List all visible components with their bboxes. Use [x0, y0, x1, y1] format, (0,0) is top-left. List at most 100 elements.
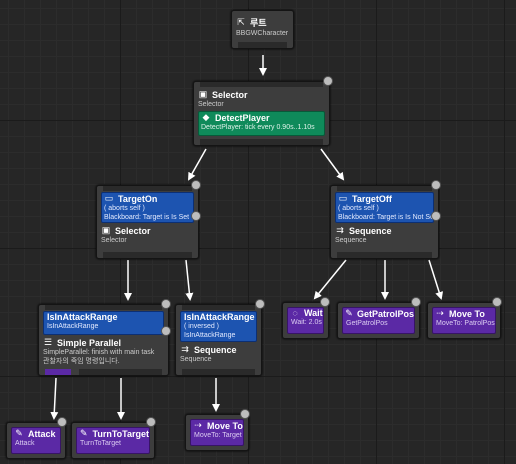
wire-selector-targeton — [188, 148, 207, 181]
in-range-parallel-title: Simple Parallel — [57, 337, 122, 348]
move-to-target-task-node[interactable]: ⇢ Move To MoveTo: Target — [185, 414, 249, 451]
tree-root-icon: ⇱ — [237, 17, 245, 27]
selector-main-subtitle: Selector — [198, 101, 224, 108]
attack-index-dot — [57, 417, 67, 427]
blackboard-icon: ▭ — [104, 193, 114, 203]
attack-task-node[interactable]: ✎ Attack Attack — [6, 422, 66, 459]
in-range-parallel-subtitle2: 관찰자의 죽임 명령입니다. — [43, 358, 120, 365]
target-off-dec-index-dot — [431, 211, 441, 221]
in-range-input-pin[interactable] — [45, 305, 162, 310]
move-to-target-index-dot — [240, 409, 250, 419]
wire-targeton-inrangeinv — [185, 259, 194, 301]
target-off-index-dot — [431, 180, 441, 190]
in-range-index-dot — [161, 299, 171, 309]
target-off-sequence-subtitle: Sequence — [335, 237, 367, 244]
wire-selector-targetoff — [320, 148, 345, 181]
in-range-output-pin[interactable] — [45, 369, 71, 375]
in-range-dec-index-dot — [161, 326, 171, 336]
target-on-selector-subtitle: Selector — [101, 237, 127, 244]
task-icon: ✎ — [15, 428, 23, 438]
move-to-target-subtitle: MoveTo: Target — [194, 432, 242, 439]
get-patrol-pos-title: GetPatrolPos — [356, 308, 414, 319]
move-to-patrol-title: Move To — [449, 308, 485, 319]
target-on-selector-title: Selector — [115, 225, 151, 236]
target-on-aborts: ( aborts self ) — [104, 205, 145, 212]
wait-title: Wait — [304, 308, 323, 318]
wire-inrange-attack — [50, 377, 59, 420]
move-to-icon: ⇢ — [436, 308, 444, 318]
wire-targetoff-wait — [313, 259, 347, 300]
in-range-inv-node[interactable]: IsInAttackRange ( inversed ) IsInAttackR… — [175, 304, 262, 376]
get-patrol-pos-index-dot — [411, 297, 421, 307]
target-off-decorator[interactable]: ▭ TargetOff ( aborts self ) Blackboard: T… — [335, 192, 434, 223]
in-range-inv-sequence-subtitle: Sequence — [180, 356, 212, 363]
sequence-icon: ⇉ — [336, 225, 344, 235]
wait-task-node[interactable]: ◌ Wait Wait: 2.0s — [282, 302, 329, 339]
in-range-parallel-subtitle: SimpleParallel: finish with main task — [43, 349, 155, 356]
move-to-icon: ⇢ — [194, 420, 202, 430]
selector-main-title: Selector — [212, 89, 248, 100]
root-title: 루트 — [250, 18, 267, 28]
target-off-title: TargetOff — [352, 193, 392, 204]
get-patrol-pos-subtitle: GetPatrolPos — [346, 320, 388, 327]
root-node[interactable]: ⇱ 루트 BBGWCharacter — [231, 10, 294, 49]
target-off-node[interactable]: ▭ TargetOff ( aborts self ) Blackboard: T… — [330, 185, 439, 259]
move-to-patrol-subtitle: MoveTo: PatrolPos — [436, 320, 495, 327]
detect-player-subtitle: DetectPlayer: tick every 0.90s..1.10s — [201, 124, 315, 131]
turn-to-target-task-node[interactable]: ✎ TurnToTarget TurnToTarget — [71, 422, 155, 459]
get-patrol-pos-task-node[interactable]: ✎ GetPatrolPos GetPatrolPos — [337, 302, 420, 339]
parallel-icon: ☰ — [43, 337, 53, 347]
root-output-pin[interactable] — [238, 42, 287, 48]
target-off-sequence-title: Sequence — [349, 225, 392, 236]
turn-to-target-subtitle: TurnToTarget — [80, 440, 121, 447]
in-range-inv-inversed: ( inversed ) — [184, 323, 220, 330]
wait-icon: ◌ — [292, 308, 298, 318]
target-on-dec-index-dot — [191, 211, 201, 221]
wait-subtitle: Wait: 2.0s — [291, 319, 322, 326]
in-range-node[interactable]: IsInAttackRange IsInAttackRange ☰ Simple … — [38, 304, 169, 376]
attack-subtitle: Attack — [15, 440, 35, 447]
selector-icon: ▣ — [198, 89, 208, 99]
sequence-icon: ⇉ — [181, 344, 189, 354]
target-on-decorator[interactable]: ▭ TargetOn ( aborts self ) Blackboard: Ta… — [101, 192, 194, 223]
in-range-background-pin[interactable] — [79, 369, 162, 375]
selector-main-input-pin[interactable] — [200, 82, 323, 87]
blackboard-icon: ▭ — [338, 193, 348, 203]
wait-index-dot — [320, 297, 330, 307]
target-off-desc: Blackboard: Target is Is Not Set — [338, 214, 433, 221]
target-on-output-pin[interactable] — [103, 252, 192, 258]
move-to-patrol-task-node[interactable]: ⇢ Move To MoveTo: PatrolPos — [427, 302, 501, 339]
target-on-index-dot — [191, 180, 201, 190]
in-range-inv-dec-title: IsInAttackRange — [184, 312, 255, 322]
selector-main-index-dot — [323, 76, 333, 86]
in-range-inv-output-pin[interactable] — [182, 369, 255, 375]
task-icon: ✎ — [345, 308, 353, 318]
in-range-dec-desc: IsInAttackRange — [47, 323, 99, 330]
target-off-input-pin[interactable] — [337, 186, 432, 191]
selector-main-output-pin[interactable] — [200, 139, 323, 145]
wire-targetoff-moveto — [428, 259, 444, 300]
target-on-input-pin[interactable] — [103, 186, 192, 191]
selector-main-node[interactable]: ▣ Selector Selector ◆ DetectPlayer DetectP… — [193, 81, 330, 146]
in-range-decorator[interactable]: IsInAttackRange IsInAttackRange — [43, 311, 164, 335]
in-range-inv-index-dot — [255, 299, 265, 309]
task-icon: ✎ — [79, 428, 88, 438]
target-on-desc: Blackboard: Target is Is Set — [104, 214, 190, 221]
target-off-aborts: ( aborts self ) — [338, 205, 379, 212]
detect-player-service[interactable]: ◆ DetectPlayer DetectPlayer: tick every 0… — [198, 111, 325, 136]
turn-to-target-title: TurnToTarget — [92, 428, 150, 439]
root-subtitle: BBGWCharacter — [236, 30, 289, 37]
detect-player-title: DetectPlayer — [215, 112, 270, 123]
target-on-node[interactable]: ▭ TargetOn ( aborts self ) Blackboard: Ta… — [96, 185, 199, 259]
attack-title: Attack — [28, 428, 56, 439]
in-range-inv-input-pin[interactable] — [182, 305, 255, 310]
target-on-title: TargetOn — [118, 193, 158, 204]
in-range-dec-title: IsInAttackRange — [47, 312, 118, 322]
in-range-inv-sequence-title: Sequence — [194, 344, 237, 355]
in-range-inv-dec-desc: IsInAttackRange — [184, 332, 236, 339]
move-to-patrol-index-dot — [492, 297, 502, 307]
target-off-output-pin[interactable] — [337, 252, 432, 258]
service-icon: ◆ — [202, 112, 210, 122]
in-range-inv-decorator[interactable]: IsInAttackRange ( inversed ) IsInAttackR… — [180, 311, 257, 342]
selector-icon: ▣ — [101, 225, 111, 235]
